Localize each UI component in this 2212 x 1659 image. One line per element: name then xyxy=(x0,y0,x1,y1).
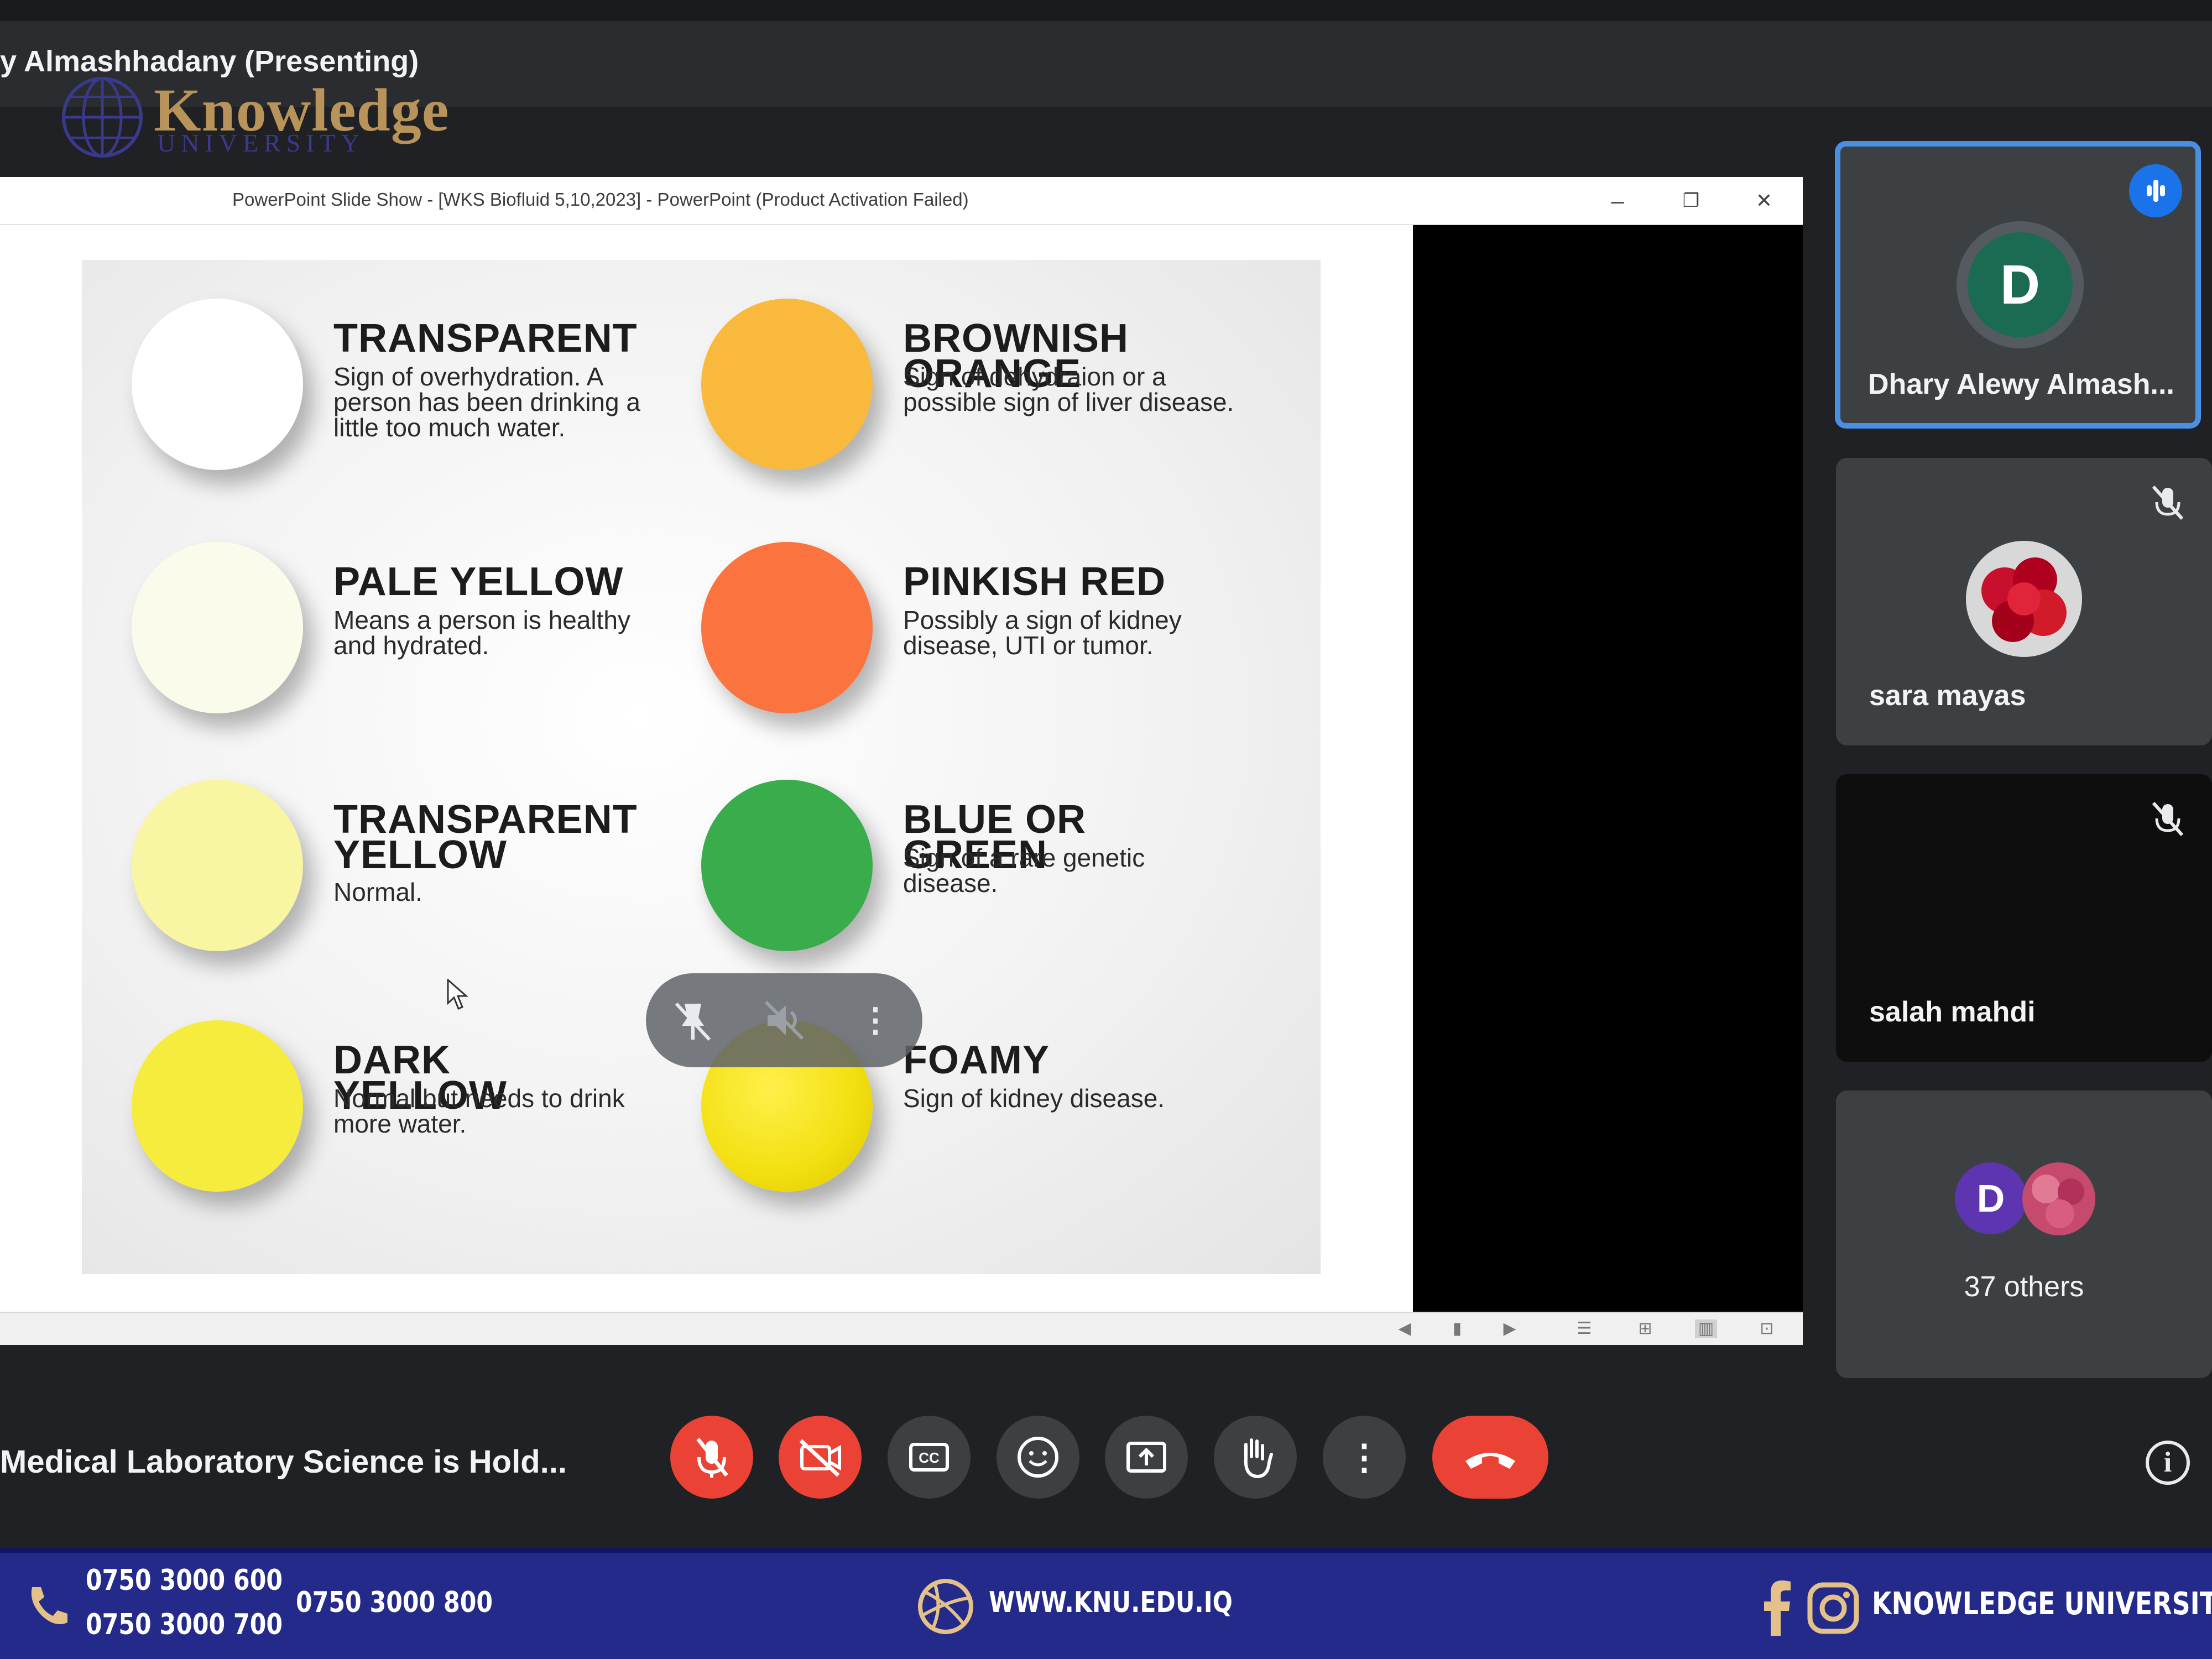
color-swatch xyxy=(132,299,303,470)
phone-number: 0750 3000 800 xyxy=(296,1586,493,1619)
hang-up-icon xyxy=(1465,1453,1515,1469)
camera-toggle-button[interactable] xyxy=(779,1416,862,1499)
slide-item-desc: Sign of kidney disease. xyxy=(903,1084,1165,1113)
slide-item-title: PALE YELLOW xyxy=(333,560,624,604)
knowledge-university-logo: Knowledge UNIVERSITY xyxy=(55,72,449,160)
participant-tile-sara[interactable]: sara mayas xyxy=(1836,458,2212,745)
avatar: D xyxy=(1968,232,2073,337)
powerpoint-window-title: PowerPoint Slide Show - [WKS Biofluid 5,… xyxy=(232,189,969,210)
camera-off-icon xyxy=(799,1439,841,1477)
presentation-overlay-pill: ⋮ xyxy=(646,973,922,1067)
slide-item: TRANSPARENT YELLOW Normal. xyxy=(82,741,638,951)
emoji-icon xyxy=(1018,1437,1058,1478)
color-swatch xyxy=(701,299,873,470)
next-slide-icon[interactable]: ▶ xyxy=(1499,1319,1521,1338)
phone-number: 0750 3000 600 xyxy=(86,1564,283,1597)
slide-item-title: PINKISH RED xyxy=(903,560,1166,604)
mic-off-icon xyxy=(696,1437,728,1478)
globe-icon xyxy=(918,1579,973,1634)
mute-audio-icon[interactable] xyxy=(759,995,809,1045)
color-swatch xyxy=(132,780,303,951)
slide-item-desc: Sign of a rare genetic disease. xyxy=(903,843,1145,898)
urine-color-slide: TRANSPARENT Sign of overhydration. A per… xyxy=(82,260,1321,1274)
mouse-cursor-icon xyxy=(447,979,468,1010)
info-icon: i xyxy=(2163,1447,2172,1478)
previous-slide-icon[interactable]: ◀ xyxy=(1394,1319,1416,1338)
participant-tile-dhary[interactable]: D Dhary Alewy Almash... xyxy=(1835,141,2201,429)
more-vertical-icon[interactable]: ⋮ xyxy=(851,995,900,1045)
slide-item: PALE YELLOW Means a person is healthy an… xyxy=(82,503,635,713)
participant-name: salah mahdi xyxy=(1869,996,2036,1028)
slide-item: TRANSPARENT Sign of overhydration. A per… xyxy=(82,260,640,470)
slide-item-desc: Means a person is healthy and hydrated. xyxy=(333,606,630,660)
color-swatch xyxy=(701,780,873,951)
end-call-button[interactable] xyxy=(1432,1416,1548,1499)
slide-item-title: TRANSPARENT YELLOW xyxy=(333,797,638,877)
slide-item-desc: Normal. xyxy=(333,878,423,906)
slide-item: PINKISH RED Possibly a sign of kidney di… xyxy=(651,503,1204,713)
speaking-indicator-icon xyxy=(2129,164,2182,217)
unpin-icon[interactable] xyxy=(668,995,718,1045)
footer-bar: 0750 3000 600 0750 3000 700 0750 3000 80… xyxy=(0,1548,2212,1659)
restore-button[interactable]: ❐ xyxy=(1674,187,1708,215)
slide-item: BLUE OR GREEN Sign of a rare genetic dis… xyxy=(651,741,1204,951)
mic-off-icon xyxy=(2146,796,2190,841)
more-options-button[interactable]: ⋮ xyxy=(1323,1416,1406,1499)
slide-item-title: TRANSPARENT xyxy=(333,316,638,361)
slide-item-desc: Normal but needs to drink more water. xyxy=(333,1084,625,1138)
avatar: D xyxy=(1955,1162,2027,1234)
microphone-toggle-button[interactable] xyxy=(670,1416,753,1499)
more-vertical-icon: ⋮ xyxy=(1347,1437,1382,1477)
website-link[interactable]: WWW.KNU.EDU.IQ xyxy=(989,1586,1233,1619)
raise-hand-button[interactable] xyxy=(1214,1416,1297,1499)
slide-item: BROWNISH ORANGE Sign of dehydraion or a … xyxy=(651,260,1234,470)
slide-item-title: FOAMY xyxy=(903,1038,1050,1082)
participant-name: sara mayas xyxy=(1869,680,2026,712)
participant-tile-salah[interactable]: salah mahdi xyxy=(1836,774,2212,1062)
slide-item-desc: Sign of overhydration. A person has been… xyxy=(333,362,640,442)
avatar xyxy=(1966,541,2082,657)
participant-name: 37 others xyxy=(1964,1271,2084,1303)
participant-name: Dhary Alewy Almash... xyxy=(1868,368,2174,400)
logo-subtitle: UNIVERSITY xyxy=(157,129,365,157)
slide-item: DARK YELLOW Normal but needs to drink mo… xyxy=(82,982,635,1192)
slideshow-view-icon[interactable]: ⊡ xyxy=(1756,1319,1778,1338)
black-margin xyxy=(1413,225,1803,1312)
mic-off-icon xyxy=(2146,480,2190,524)
meeting-title: Medical Laboratory Science is Hold... xyxy=(0,1444,567,1480)
notes-view-icon[interactable]: ☰ xyxy=(1573,1319,1595,1338)
avatar xyxy=(2022,1162,2095,1235)
closed-captions-icon: CC xyxy=(909,1443,949,1472)
powerpoint-statusbar: ◀ ▮ ▶ ☰ ⊞ ▥ ⊡ xyxy=(0,1312,1803,1345)
instagram-icon[interactable] xyxy=(1806,1580,1861,1636)
svg-text:CC: CC xyxy=(919,1449,940,1466)
color-swatch xyxy=(701,542,873,713)
grid-view-icon[interactable]: ⊞ xyxy=(1634,1319,1656,1338)
powerpoint-titlebar: PowerPoint Slide Show - [WKS Biofluid 5,… xyxy=(0,177,1803,225)
present-screen-icon xyxy=(1126,1442,1166,1473)
top-strip xyxy=(0,0,2212,21)
phone-icon xyxy=(31,1587,67,1625)
slide-item-desc: Possibly a sign of kidney disease, UTI o… xyxy=(903,606,1182,660)
participant-tile-others[interactable]: D 37 others xyxy=(1836,1091,2212,1378)
phone-number: 0750 3000 700 xyxy=(86,1608,283,1641)
slide-item-desc: Sign of dehydraion or a possible sign of… xyxy=(903,362,1234,416)
facebook-icon[interactable] xyxy=(1764,1580,1792,1636)
close-button[interactable]: ✕ xyxy=(1747,187,1781,215)
meeting-details-button[interactable]: i xyxy=(2146,1441,2190,1485)
pause-icon[interactable]: ▮ xyxy=(1446,1319,1468,1338)
color-swatch xyxy=(132,1020,303,1192)
captions-button[interactable]: CC xyxy=(888,1416,971,1499)
raise-hand-icon xyxy=(1244,1438,1273,1479)
present-now-button[interactable] xyxy=(1105,1416,1188,1499)
globe-emblem-icon xyxy=(62,77,143,158)
color-swatch xyxy=(132,542,303,713)
minimize-button[interactable]: – xyxy=(1601,187,1634,215)
emoji-reactions-button[interactable] xyxy=(997,1416,1079,1499)
reading-view-icon[interactable]: ▥ xyxy=(1695,1319,1717,1338)
social-handle: KNOWLEDGE UNIVERSITY xyxy=(1872,1586,2212,1622)
